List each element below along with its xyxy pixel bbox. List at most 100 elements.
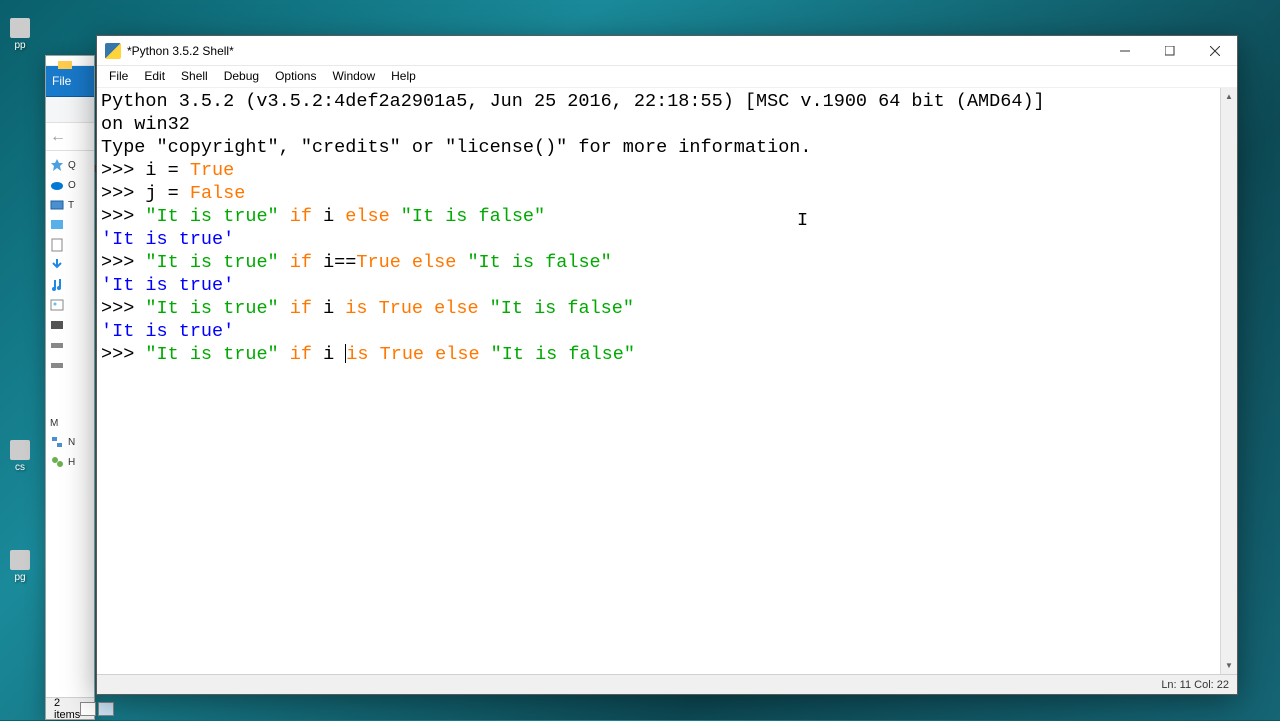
desktop-icon[interactable]: pp <box>0 18 40 51</box>
prompt: >>> <box>101 344 145 365</box>
nav-item[interactable] <box>48 295 92 315</box>
nav-item[interactable] <box>48 275 92 295</box>
keyword: False <box>190 183 246 204</box>
maximize-button[interactable] <box>1147 36 1192 66</box>
back-icon[interactable]: ← <box>50 128 66 146</box>
output-line: 'It is true' <box>101 275 234 296</box>
code-text: i = <box>145 160 189 181</box>
string-literal: "It is true" <box>145 344 278 365</box>
keyword: True <box>380 344 424 365</box>
nav-item[interactable]: Q <box>48 155 92 175</box>
nav-item[interactable] <box>48 355 92 375</box>
menu-edit[interactable]: Edit <box>136 66 173 87</box>
insertion-caret-icon: I <box>797 210 808 231</box>
titlebar[interactable]: *Python 3.5.2 Shell* <box>97 36 1237 66</box>
output-line: 'It is true' <box>101 229 234 250</box>
menu-debug[interactable]: Debug <box>216 66 267 87</box>
keyword: is <box>345 298 367 319</box>
nav-item[interactable]: N <box>48 432 92 452</box>
string-literal: "It is true" <box>145 206 278 227</box>
code-text <box>401 252 412 273</box>
menu-window[interactable]: Window <box>324 66 383 87</box>
nav-item[interactable]: O <box>48 175 92 195</box>
keyword: if <box>279 298 312 319</box>
string-literal: "It is false" <box>491 344 635 365</box>
nav-item[interactable]: H <box>48 452 92 472</box>
python-icon <box>105 43 121 59</box>
menu-help[interactable]: Help <box>383 66 424 87</box>
desktop-icon-label: pg <box>14 572 25 583</box>
scroll-up-icon[interactable]: ▲ <box>1221 88 1237 105</box>
scroll-down-icon[interactable]: ▼ <box>1221 657 1237 674</box>
keyword: else <box>434 298 490 319</box>
videos-icon <box>50 318 64 332</box>
nav-item[interactable]: M <box>48 415 92 432</box>
code-text <box>368 298 379 319</box>
keyword: else <box>412 252 468 273</box>
keyword: True <box>379 298 423 319</box>
keyword: is <box>346 344 368 365</box>
vertical-scrollbar[interactable]: ▲ ▼ <box>1220 88 1237 674</box>
prompt: >>> <box>101 160 145 181</box>
large-icons-view-icon[interactable] <box>98 702 114 716</box>
downloads-icon <box>50 258 64 272</box>
explorer-status-bar: 2 items <box>46 697 94 719</box>
network-icon <box>50 435 64 449</box>
explorer-file-tab[interactable]: File <box>46 66 94 97</box>
nav-item[interactable] <box>48 235 92 255</box>
output-line: 'It is true' <box>101 321 234 342</box>
shell-content[interactable]: Python 3.5.2 (v3.5.2:4def2a2901a5, Jun 2… <box>97 88 1220 674</box>
details-view-icon[interactable] <box>80 702 96 716</box>
desktop-icon[interactable]: pg <box>0 550 40 583</box>
menu-file[interactable]: File <box>101 66 136 87</box>
menu-shell[interactable]: Shell <box>173 66 216 87</box>
nav-item[interactable] <box>48 335 92 355</box>
code-text: i <box>312 344 345 365</box>
banner-line: Python 3.5.2 (v3.5.2:4def2a2901a5, Jun 2… <box>101 91 1045 112</box>
banner-line: Type "copyright", "credits" or "license(… <box>101 137 812 158</box>
explorer-nav-bar: ← <box>46 123 94 151</box>
view-mode-icons[interactable] <box>80 702 114 716</box>
window-title: *Python 3.5.2 Shell* <box>127 44 1102 58</box>
keyword: else <box>345 206 401 227</box>
pc-icon <box>50 198 64 212</box>
keyword: if <box>279 252 312 273</box>
explorer-nav-pane: Q O T M N H <box>46 151 94 476</box>
nav-item[interactable] <box>48 215 92 235</box>
documents-icon <box>50 238 64 252</box>
code-text: i <box>312 298 345 319</box>
onedrive-icon <box>50 178 64 192</box>
shell-text-area[interactable]: Python 3.5.2 (v3.5.2:4def2a2901a5, Jun 2… <box>97 88 1237 674</box>
keyword: if <box>279 206 312 227</box>
code-text <box>424 344 435 365</box>
string-literal: "It is true" <box>145 298 278 319</box>
drive-icon <box>50 358 64 372</box>
star-icon <box>50 158 64 172</box>
string-literal: "It is false" <box>401 206 545 227</box>
close-icon <box>1210 46 1220 56</box>
close-button[interactable] <box>1192 36 1237 66</box>
folder-icon <box>58 61 72 69</box>
minimize-button[interactable] <box>1102 36 1147 66</box>
keyword: True <box>190 160 234 181</box>
banner-line: on win32 <box>101 114 190 135</box>
keyword: else <box>435 344 491 365</box>
code-text: i <box>312 206 345 227</box>
nav-item[interactable] <box>48 255 92 275</box>
desktop-icon[interactable]: cs <box>0 440 40 473</box>
nav-item[interactable]: T <box>48 195 92 215</box>
code-text: j = <box>145 183 189 204</box>
string-literal: "It is false" <box>467 252 611 273</box>
prompt: >>> <box>101 298 145 319</box>
explorer-ribbon <box>46 97 94 123</box>
string-literal: "It is false" <box>490 298 634 319</box>
status-bar: Ln: 11 Col: 22 <box>97 674 1237 694</box>
explorer-titlebar <box>46 56 94 66</box>
menu-options[interactable]: Options <box>267 66 324 87</box>
nav-item[interactable] <box>48 315 92 335</box>
string-literal: "It is true" <box>145 252 278 273</box>
desktop-icon-label: pp <box>14 40 25 51</box>
code-text <box>423 298 434 319</box>
music-icon <box>50 278 64 292</box>
keyword: if <box>279 344 312 365</box>
